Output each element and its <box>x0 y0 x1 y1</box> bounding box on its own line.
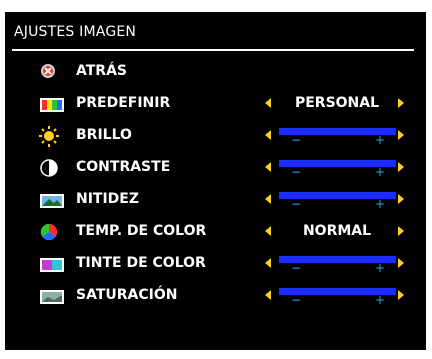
menu-item-label: TEMP. DE COLOR <box>76 223 207 239</box>
menu-item-label: SATURACIÓN <box>76 287 178 303</box>
menu-item-label: NITIDEZ <box>76 191 140 207</box>
menu-item-back[interactable]: ATRÁS <box>0 61 432 89</box>
brightness-sun-icon <box>38 125 66 149</box>
slider-plus-mark: + <box>375 293 386 307</box>
menu-item-color-temp[interactable]: TEMP. DE COLOR NORMAL <box>0 221 432 249</box>
slider-minus-mark: − <box>291 261 302 275</box>
slider-minus-mark: − <box>291 197 302 211</box>
decrease-arrow-icon[interactable] <box>265 162 271 172</box>
slider-minus-mark: − <box>291 133 302 147</box>
menu-item-preset[interactable]: PREDEFINIR PERSONAL <box>0 93 432 121</box>
menu-item-label: TINTE DE COLOR <box>76 255 206 271</box>
osd-container: AJUSTES IMAGEN ATRÁS PREDEFINIR PERSONAL <box>0 0 432 359</box>
slider-plus-mark: + <box>375 165 386 179</box>
menu-item-label: ATRÁS <box>76 63 127 79</box>
slider-plus-mark: + <box>375 133 386 147</box>
sharpness-landscape-icon <box>38 189 66 213</box>
preset-value: PERSONAL <box>294 95 380 111</box>
menu-item-label: BRILLO <box>76 127 132 143</box>
slider-plus-mark: + <box>375 261 386 275</box>
slider-minus-mark: − <box>291 165 302 179</box>
decrease-arrow-icon[interactable] <box>265 130 271 140</box>
menu-item-label: CONTRASTE <box>76 159 171 175</box>
color-temp-value: NORMAL <box>302 223 372 239</box>
slider-plus-mark: + <box>375 197 386 211</box>
back-x-icon <box>38 61 66 85</box>
preset-color-bars-icon <box>38 93 66 117</box>
previous-arrow-icon[interactable] <box>265 98 271 108</box>
title-divider <box>12 49 414 51</box>
menu-item-sharpness[interactable]: NITIDEZ − + <box>0 189 432 217</box>
decrease-arrow-icon[interactable] <box>265 290 271 300</box>
color-temp-icon <box>38 221 66 245</box>
menu-item-contrast[interactable]: CONTRASTE − + <box>0 157 432 185</box>
increase-arrow-icon[interactable] <box>398 290 404 300</box>
decrease-arrow-icon[interactable] <box>265 258 271 268</box>
next-arrow-icon[interactable] <box>398 226 404 236</box>
menu-item-saturation[interactable]: SATURACIÓN − + <box>0 285 432 313</box>
menu-item-tint[interactable]: TINTE DE COLOR − + <box>0 253 432 281</box>
previous-arrow-icon[interactable] <box>265 226 271 236</box>
menu-item-brightness[interactable]: BRILLO − + <box>0 125 432 153</box>
tint-icon <box>38 253 66 277</box>
decrease-arrow-icon[interactable] <box>265 194 271 204</box>
increase-arrow-icon[interactable] <box>398 162 404 172</box>
increase-arrow-icon[interactable] <box>398 258 404 268</box>
contrast-icon <box>38 157 66 181</box>
saturation-icon <box>38 285 66 309</box>
increase-arrow-icon[interactable] <box>398 130 404 140</box>
increase-arrow-icon[interactable] <box>398 194 404 204</box>
menu-item-label: PREDEFINIR <box>76 95 171 111</box>
next-arrow-icon[interactable] <box>398 98 404 108</box>
slider-minus-mark: − <box>291 293 302 307</box>
menu-title: AJUSTES IMAGEN <box>14 24 137 40</box>
